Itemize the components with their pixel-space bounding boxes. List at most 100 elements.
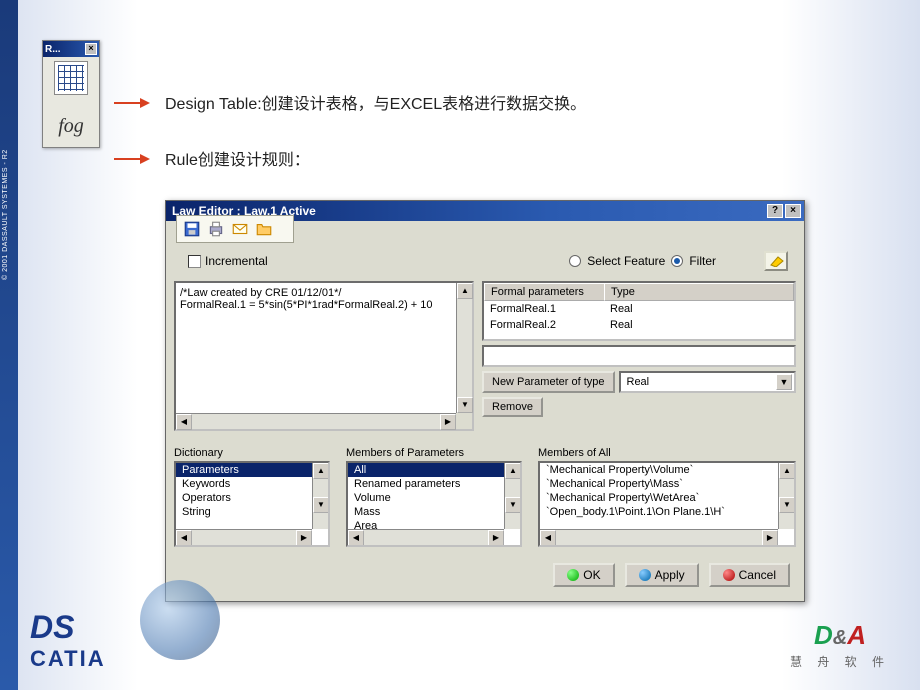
- catia-logo: DS CATIA: [30, 609, 106, 672]
- filter-label: Filter: [689, 254, 716, 268]
- ok-label: OK: [583, 568, 600, 582]
- members-params-list[interactable]: All Renamed parameters Volume Mass Area …: [346, 461, 522, 547]
- scroll-down-button[interactable]: ▼: [505, 497, 521, 513]
- list-item[interactable]: String: [176, 505, 328, 519]
- toolbar-body: fog: [43, 57, 99, 147]
- design-table-tool[interactable]: [54, 61, 88, 95]
- list-item[interactable]: `Mechanical Property\Volume`: [540, 463, 794, 477]
- code-scrollbar-horizontal[interactable]: ◀ ▶: [176, 413, 456, 429]
- param-row-1-type: Real: [604, 317, 794, 333]
- remove-button[interactable]: Remove: [482, 397, 543, 417]
- members-all-label: Members of All: [538, 447, 796, 459]
- new-parameter-button[interactable]: New Parameter of type: [482, 371, 615, 393]
- list-item[interactable]: All: [348, 463, 520, 477]
- scroll-left-button[interactable]: ◀: [176, 414, 192, 430]
- toolbar-title: R...: [45, 44, 61, 55]
- param-row-0-name[interactable]: FormalReal.1: [484, 301, 604, 317]
- type-select[interactable]: Real ▼: [619, 371, 797, 393]
- toolbar-titlebar[interactable]: R... ×: [43, 41, 99, 57]
- incremental-checkbox[interactable]: [188, 255, 201, 268]
- scroll-left-button[interactable]: ◀: [348, 530, 364, 546]
- scroll-left-button[interactable]: ◀: [540, 530, 556, 546]
- close-button[interactable]: ×: [785, 204, 801, 218]
- scroll-up-button[interactable]: ▲: [779, 463, 795, 479]
- scroll-down-button[interactable]: ▼: [313, 497, 329, 513]
- list-item[interactable]: Parameters: [176, 463, 328, 477]
- scroll-left-button[interactable]: ◀: [176, 530, 192, 546]
- save-icon[interactable]: [183, 220, 201, 238]
- dr-logo: D&A 慧 舟 软 件: [790, 620, 890, 670]
- list-item[interactable]: Mass: [348, 505, 520, 519]
- ok-button[interactable]: OK: [553, 563, 614, 587]
- dr-logo-amp: &: [833, 627, 847, 649]
- fog-icon: fog: [58, 115, 84, 138]
- list-item[interactable]: Keywords: [176, 477, 328, 491]
- scroll-right-button[interactable]: ▶: [488, 530, 504, 546]
- members-all-list[interactable]: `Mechanical Property\Volume` `Mechanical…: [538, 461, 796, 547]
- incremental-label: Incremental: [205, 254, 268, 268]
- list-item[interactable]: Volume: [348, 491, 520, 505]
- apply-button[interactable]: Apply: [625, 563, 699, 587]
- apply-label: Apply: [655, 568, 685, 582]
- dictionary-label: Dictionary: [174, 447, 330, 459]
- scroll-down-button[interactable]: ▼: [779, 497, 795, 513]
- arrow-to-rule: [114, 154, 150, 164]
- members-params-label: Members of Parameters: [346, 447, 522, 459]
- scroll-down-button[interactable]: ▼: [457, 397, 473, 413]
- filter-radio[interactable]: [671, 255, 683, 267]
- code-line-0: /*Law created by CRE 01/12/01*/: [180, 287, 468, 299]
- eraser-button[interactable]: [764, 251, 788, 271]
- param-row-1-name[interactable]: FormalReal.2: [484, 317, 604, 333]
- chevron-down-icon: ▼: [776, 374, 792, 390]
- arrow-to-design-table: [114, 98, 150, 108]
- param-header-type[interactable]: Type: [604, 283, 794, 301]
- select-feature-radio[interactable]: [569, 255, 581, 267]
- globe-decoration: [140, 580, 220, 660]
- scroll-up-button[interactable]: ▲: [313, 463, 329, 479]
- expression-input[interactable]: [482, 345, 796, 367]
- list-item[interactable]: `Open_body.1\Point.1\On Plane.1\H`: [540, 505, 794, 519]
- code-line-1: FormalReal.1 = 5*sin(5*PI*1rad*FormalRea…: [180, 299, 468, 311]
- list-item[interactable]: `Mechanical Property\Mass`: [540, 477, 794, 491]
- print-icon[interactable]: [207, 220, 225, 238]
- ma-scrollbar[interactable]: ▲ ▼: [778, 463, 794, 529]
- parameter-table[interactable]: Formal parameters Type FormalReal.1 Real…: [482, 281, 796, 341]
- select-feature-label: Select Feature: [587, 254, 665, 268]
- dr-logo-a: A: [847, 620, 866, 650]
- fog-rule-tool[interactable]: fog: [54, 109, 88, 143]
- scroll-right-button[interactable]: ▶: [296, 530, 312, 546]
- grid-icon: [58, 65, 84, 91]
- left-decorative-stripe: © 2001 DASSAULT SYSTEMES - R2: [0, 0, 18, 690]
- dictionary-list[interactable]: Parameters Keywords Operators String ▲ ▼…: [174, 461, 330, 547]
- cancel-dot-icon: [723, 569, 735, 581]
- incremental-checkbox-group: Incremental: [188, 254, 268, 268]
- help-button[interactable]: ?: [767, 204, 783, 218]
- list-item[interactable]: Renamed parameters: [348, 477, 520, 491]
- mp-scrollbar-h[interactable]: ◀ ▶: [348, 529, 504, 545]
- code-scrollbar-vertical[interactable]: ▲ ▼: [456, 283, 472, 413]
- folder-icon[interactable]: [255, 220, 273, 238]
- dict-scrollbar-h[interactable]: ◀ ▶: [176, 529, 312, 545]
- scroll-right-button[interactable]: ▶: [440, 414, 456, 430]
- type-select-value: Real: [627, 376, 650, 388]
- param-row-0-type: Real: [604, 301, 794, 317]
- list-item[interactable]: Operators: [176, 491, 328, 505]
- scroll-up-button[interactable]: ▲: [457, 283, 473, 299]
- dict-scrollbar[interactable]: ▲ ▼: [312, 463, 328, 529]
- cancel-button[interactable]: Cancel: [709, 563, 790, 587]
- param-header-name[interactable]: Formal parameters: [484, 283, 604, 301]
- list-item[interactable]: `Mechanical Property\WetArea`: [540, 491, 794, 505]
- scroll-up-button[interactable]: ▲: [505, 463, 521, 479]
- ma-scrollbar-h[interactable]: ◀ ▶: [540, 529, 778, 545]
- mail-icon[interactable]: [231, 220, 249, 238]
- dr-logo-sub: 慧 舟 软 件: [790, 653, 890, 670]
- catia-logo-text: CATIA: [30, 646, 106, 672]
- rule-toolbar-window: R... × fog: [42, 40, 100, 148]
- toolbar-close-button[interactable]: ×: [85, 43, 97, 55]
- scroll-right-button[interactable]: ▶: [762, 530, 778, 546]
- code-textarea[interactable]: /*Law created by CRE 01/12/01*/ FormalRe…: [174, 281, 474, 431]
- ok-dot-icon: [567, 569, 579, 581]
- scroll-corner: [456, 413, 472, 429]
- dr-logo-d: D: [814, 620, 833, 650]
- mp-scrollbar[interactable]: ▲ ▼: [504, 463, 520, 529]
